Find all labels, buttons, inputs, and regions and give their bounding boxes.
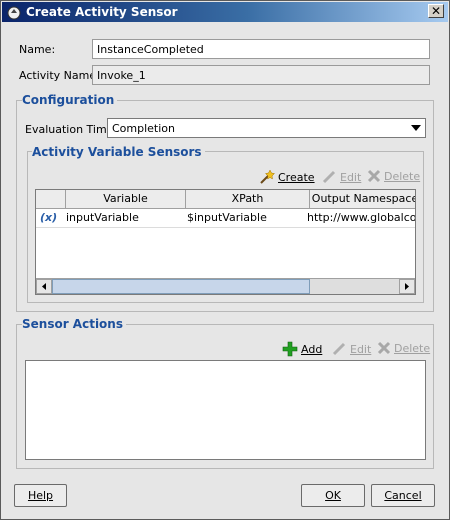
pencil-icon — [322, 170, 336, 184]
sensor-actions-title: Sensor Actions — [22, 317, 126, 331]
row-variable: inputVariable — [66, 211, 139, 224]
help-label: Help — [27, 489, 54, 502]
add-label: Add — [301, 342, 323, 356]
name-input[interactable]: InstanceCompleted — [92, 39, 430, 59]
scroll-thumb[interactable] — [52, 279, 310, 294]
delete-x-icon — [377, 341, 391, 355]
delete-x-icon — [367, 169, 381, 183]
variable-sensors-table: Variable XPath Output Namespace (x) inpu… — [35, 189, 416, 295]
pencil-icon — [332, 342, 346, 356]
edit-action-label: Edit — [350, 342, 372, 356]
delete-sensor-button[interactable]: Delete — [367, 169, 420, 183]
table-row[interactable]: (x) inputVariable $inputVariable http://… — [36, 209, 415, 228]
sensor-app-icon — [7, 6, 21, 20]
variable-icon: (x) — [40, 211, 58, 224]
table-header: Variable XPath Output Namespace — [36, 190, 415, 209]
configuration-title: Configuration — [22, 93, 118, 107]
row-output-namespace: http://www.globalcom — [307, 211, 415, 224]
row-xpath: $inputVariable — [187, 211, 267, 224]
ok-button[interactable]: OK — [301, 484, 365, 507]
chevron-down-icon — [411, 125, 421, 131]
add-action-button[interactable]: Add — [282, 341, 322, 357]
help-button[interactable]: Help — [14, 484, 67, 507]
delete-label: Delete — [384, 169, 421, 183]
horizontal-scrollbar[interactable] — [36, 278, 415, 294]
evaluation-time-select[interactable]: Completion — [107, 118, 426, 138]
evaluation-time-value: Completion — [112, 122, 176, 135]
cancel-label: Cancel — [384, 489, 422, 502]
sensor-actions-list[interactable] — [25, 360, 426, 460]
delete-action-label: Delete — [394, 341, 431, 355]
delete-action-button[interactable]: Delete — [377, 341, 430, 355]
plus-icon — [282, 341, 298, 357]
create-wand-icon — [260, 169, 275, 184]
edit-label: Edit — [340, 170, 362, 184]
arrow-right-icon — [405, 283, 409, 290]
evaluation-time-label: Evaluation Time: — [25, 123, 118, 136]
cancel-button[interactable]: Cancel — [371, 484, 435, 507]
ok-label: OK — [325, 489, 341, 502]
edit-sensor-button[interactable]: Edit — [321, 169, 361, 185]
activity-name-label: Activity Name: — [19, 69, 100, 82]
column-header-icon[interactable] — [36, 190, 66, 208]
column-header-output-namespace[interactable]: Output Namespace — [310, 190, 415, 208]
edit-action-button[interactable]: Edit — [331, 341, 371, 357]
arrow-left-icon — [42, 283, 46, 290]
close-button[interactable]: ✕ — [428, 4, 444, 18]
activity-name-field: Invoke_1 — [92, 65, 430, 85]
scroll-right-button[interactable] — [399, 279, 415, 294]
scroll-left-button[interactable] — [36, 279, 52, 294]
variable-sensors-title: Activity Variable Sensors — [32, 145, 205, 159]
title-bar[interactable]: Create Activity Sensor ✕ — [2, 2, 448, 22]
dialog-title: Create Activity Sensor — [26, 5, 178, 19]
create-activity-sensor-dialog: Create Activity Sensor ✕ Name: InstanceC… — [0, 0, 450, 520]
column-header-xpath[interactable]: XPath — [186, 190, 310, 208]
create-sensor-button[interactable]: Create — [259, 169, 315, 185]
name-label: Name: — [19, 43, 56, 56]
create-label: Create — [278, 170, 315, 184]
column-header-variable[interactable]: Variable — [66, 190, 186, 208]
